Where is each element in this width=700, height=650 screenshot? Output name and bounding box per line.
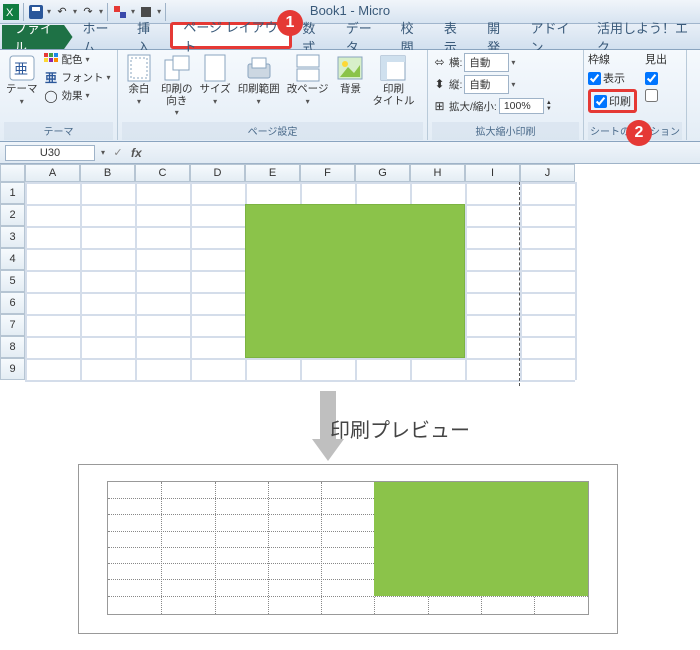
tab-file[interactable]: ファイル bbox=[2, 25, 73, 49]
colors-icon bbox=[44, 52, 59, 67]
col-header[interactable]: F bbox=[300, 164, 355, 182]
worksheet-grid[interactable]: ABCDEFGHIJ 123456789 bbox=[0, 164, 700, 386]
save-icon[interactable] bbox=[28, 4, 44, 20]
row-header[interactable]: 6 bbox=[0, 292, 25, 314]
row-header[interactable]: 1 bbox=[0, 182, 25, 204]
col-header[interactable]: B bbox=[80, 164, 135, 182]
ribbon-tabs: ファイル ホーム 挿入 ページ レイアウト 数式 データ 校閲 表示 開発 アド… bbox=[0, 24, 700, 50]
breaks-button[interactable]: 改ページ▾ bbox=[285, 51, 331, 108]
margins-icon bbox=[124, 53, 154, 83]
fx-icon[interactable]: fx bbox=[131, 146, 142, 160]
size-icon bbox=[200, 53, 230, 83]
print-area-button[interactable]: 印刷範囲▾ bbox=[236, 51, 282, 108]
effects-icon: ◯ bbox=[44, 88, 59, 103]
background-button[interactable]: 背景 bbox=[333, 51, 367, 98]
callout-badge-2: 2 bbox=[626, 120, 652, 146]
print-titles-button[interactable]: 印刷 タイトル bbox=[370, 51, 416, 109]
formula-bar: U30 ▾ ✓ fx bbox=[0, 142, 700, 164]
col-header[interactable]: G bbox=[355, 164, 410, 182]
col-header[interactable]: H bbox=[410, 164, 465, 182]
tab-page-layout[interactable]: ページ レイアウト bbox=[170, 22, 292, 49]
colors-button[interactable]: 配色 ▾ bbox=[43, 51, 112, 68]
headings-view-checkbox[interactable]: 表示 bbox=[645, 70, 682, 86]
gridlines-header: 枠線 bbox=[588, 51, 637, 67]
tab-developer[interactable]: 開発 bbox=[477, 25, 520, 49]
svg-text:X: X bbox=[6, 7, 14, 19]
row-header[interactable]: 9 bbox=[0, 358, 25, 380]
orientation-icon bbox=[162, 53, 192, 83]
themes-button[interactable]: 亜 テーマ▾ bbox=[4, 51, 40, 108]
group-label-page-setup: ページ設定 bbox=[122, 122, 423, 140]
group-label-scale: 拡大縮小印刷 bbox=[432, 122, 579, 140]
svg-text:亜: 亜 bbox=[14, 61, 28, 77]
row-header[interactable]: 3 bbox=[0, 226, 25, 248]
row-header[interactable]: 8 bbox=[0, 336, 25, 358]
col-header[interactable]: I bbox=[465, 164, 520, 182]
fonts-button[interactable]: 亜フォント ▾ bbox=[43, 69, 112, 86]
print-preview-illustration: 印刷プレビュー bbox=[0, 386, 700, 650]
col-header[interactable]: D bbox=[190, 164, 245, 182]
width-select[interactable]: 自動 bbox=[464, 53, 509, 72]
margins-button[interactable]: 余白▾ bbox=[122, 51, 156, 108]
col-header[interactable]: J bbox=[520, 164, 575, 182]
tab-review[interactable]: 校閲 bbox=[391, 25, 434, 49]
select-all-corner[interactable] bbox=[0, 164, 25, 182]
height-select[interactable]: 自動 bbox=[464, 75, 509, 94]
gridlines-view-checkbox[interactable]: 表示 bbox=[588, 70, 637, 86]
background-icon bbox=[335, 53, 365, 83]
preview-page bbox=[78, 464, 618, 634]
fonts-icon: 亜 bbox=[44, 70, 59, 85]
filled-range bbox=[245, 204, 465, 358]
row-header[interactable]: 5 bbox=[0, 270, 25, 292]
headings-header: 見出 bbox=[645, 51, 682, 67]
scale-icon: ⊞ bbox=[432, 99, 447, 114]
row-header[interactable]: 2 bbox=[0, 204, 25, 226]
width-icon: ⬄ bbox=[432, 55, 447, 70]
page-break-line bbox=[519, 182, 520, 386]
tab-insert[interactable]: 挿入 bbox=[127, 25, 170, 49]
breaks-icon bbox=[293, 53, 323, 83]
height-icon: ⬍ bbox=[432, 77, 447, 92]
callout-badge-1: 1 bbox=[277, 10, 303, 36]
name-box[interactable]: U30 bbox=[5, 145, 95, 161]
effects-button[interactable]: ◯効果 ▾ bbox=[43, 87, 112, 104]
ribbon: 亜 テーマ▾ 配色 ▾ 亜フォント ▾ ◯効果 ▾ テーマ 余白▾ 印刷の 向き… bbox=[0, 50, 700, 142]
gridlines-print-checkbox[interactable]: 印刷 bbox=[588, 89, 637, 113]
tab-view[interactable]: 表示 bbox=[434, 25, 477, 49]
orientation-button[interactable]: 印刷の 向き▾ bbox=[159, 51, 195, 119]
col-header[interactable]: E bbox=[245, 164, 300, 182]
row-header[interactable]: 4 bbox=[0, 248, 25, 270]
group-label-theme: テーマ bbox=[4, 122, 113, 140]
tab-data[interactable]: データ bbox=[336, 25, 391, 49]
print-titles-icon bbox=[378, 53, 408, 83]
print-area-icon bbox=[244, 53, 274, 83]
col-header[interactable]: A bbox=[25, 164, 80, 182]
dropdown-icon[interactable]: ▾ bbox=[47, 7, 51, 16]
scale-input[interactable]: 100% bbox=[499, 98, 544, 114]
window-title: Book1 - Micro bbox=[310, 3, 390, 18]
tab-home[interactable]: ホーム bbox=[73, 25, 128, 49]
col-header[interactable]: C bbox=[135, 164, 190, 182]
headings-print-checkbox[interactable]: X bbox=[645, 89, 682, 102]
themes-icon: 亜 bbox=[7, 53, 37, 83]
row-header[interactable]: 7 bbox=[0, 314, 25, 336]
tab-addin[interactable]: アドイン bbox=[520, 25, 587, 49]
tab-extra[interactable]: 活用しよう！エク bbox=[587, 25, 700, 49]
preview-title: 印刷プレビュー bbox=[330, 414, 470, 443]
undo-icon[interactable]: ↶ bbox=[54, 4, 70, 20]
app-icon: X bbox=[3, 4, 19, 20]
size-button[interactable]: サイズ▾ bbox=[198, 51, 233, 108]
